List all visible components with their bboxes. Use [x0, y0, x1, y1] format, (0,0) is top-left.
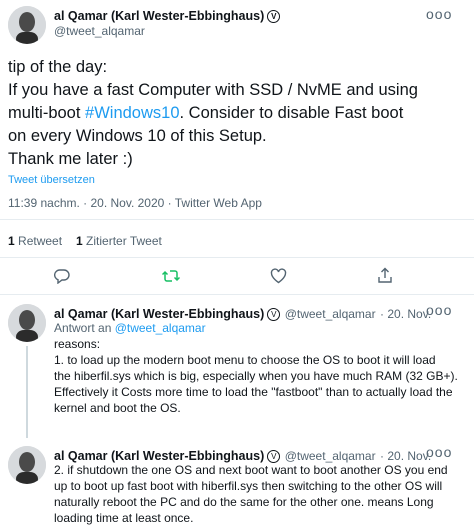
tweet-text-fragment: . Consider to disable Fast boot	[179, 104, 404, 122]
heart-icon	[270, 268, 287, 284]
retweet-label: Retweet	[18, 234, 63, 248]
reply-author-name[interactable]: al Qamar (Karl Wester-Ebbinghaus)	[54, 307, 264, 321]
tweet-text: tip of the day: If you have a fast Compu…	[8, 56, 468, 171]
tweet-text-line: multi-boot #Windows10. Consider to disab…	[8, 102, 468, 125]
tweet-text-line: tip of the day:	[8, 58, 108, 76]
reply-author-name[interactable]: al Qamar (Karl Wester-Ebbinghaus)	[54, 449, 264, 463]
reply-text-line: naturally reboot the PC and do the same …	[54, 495, 434, 509]
reply-text-line: up to boot up fast boot with hiberfil.sy…	[54, 479, 443, 493]
reply-date[interactable]: · 20. Nov.	[380, 307, 431, 321]
author-name[interactable]: al Qamar (Karl Wester-Ebbinghaus) V	[54, 9, 281, 23]
like-button[interactable]	[270, 268, 287, 289]
replying-to-handle[interactable]: @tweet_alqamar	[115, 321, 206, 335]
verified-icon: V	[267, 308, 281, 321]
retweet-button[interactable]	[161, 268, 181, 289]
avatar-image	[8, 304, 46, 342]
reply-avatar[interactable]	[8, 304, 46, 342]
reply-text-line: reasons:	[54, 337, 101, 351]
reply-text-line: 2. if shutdown the one OS and next boot …	[54, 463, 448, 477]
tweet-text-line: Thank me later :)	[8, 150, 133, 168]
reply-text-line: loading time at least once.	[54, 511, 194, 525]
divider	[0, 219, 474, 220]
retweet-count: 1	[8, 234, 15, 248]
avatar[interactable]	[8, 6, 46, 44]
reply-text-line: the hiberfil.sys which is big, especiall…	[54, 369, 458, 383]
reply-handle[interactable]: @tweet_alqamar	[285, 449, 376, 463]
verified-icon: V	[267, 10, 281, 23]
replying-to: Antwort an @tweet_alqamar	[54, 320, 206, 336]
reply-handle[interactable]: @tweet_alqamar	[285, 307, 376, 321]
quote-label: Zitierter Tweet	[86, 234, 162, 248]
reply-text: 2. if shutdown the one OS and next boot …	[54, 462, 470, 526]
tweet-timestamp[interactable]: 11:39 nachm. · 20. Nov. 2020 · Twitter W…	[8, 196, 262, 210]
share-button[interactable]	[377, 267, 393, 289]
hashtag-link[interactable]: #Windows10	[85, 104, 179, 122]
share-icon	[378, 267, 392, 283]
divider	[0, 257, 474, 258]
retweet-stat[interactable]: 1 Retweet	[8, 234, 62, 248]
reply-text-line: 1. to load up the modern boot menu to ch…	[54, 353, 436, 367]
tweet-text-fragment: multi-boot	[8, 104, 86, 122]
tweet-text-line: If you have a fast Computer with SSD / N…	[8, 81, 418, 99]
more-options-icon[interactable]: ooo	[426, 6, 452, 22]
replying-to-label: Antwort an	[54, 321, 115, 335]
more-options-icon[interactable]: ooo	[426, 302, 452, 318]
quote-count: 1	[76, 234, 83, 248]
author-name-text: al Qamar (Karl Wester-Ebbinghaus)	[54, 9, 265, 23]
thread-line	[26, 346, 28, 438]
quote-stat[interactable]: 1 Zitierter Tweet	[76, 234, 162, 248]
reply-date[interactable]: · 20. Nov.	[380, 449, 431, 463]
reply-button[interactable]	[54, 268, 70, 289]
tweet-text-line: on every Windows 10 of this Setup.	[8, 127, 267, 145]
more-options-icon[interactable]: ooo	[426, 444, 452, 460]
avatar-image	[8, 446, 46, 484]
divider	[0, 294, 474, 295]
avatar-image	[8, 6, 46, 44]
reply-text-line: kernel and boot the OS.	[54, 401, 181, 415]
reply-icon	[54, 269, 70, 285]
reply-text-line: Effectively it Costs more time to load t…	[54, 385, 453, 399]
author-handle[interactable]: @tweet_alqamar	[54, 24, 145, 38]
reply-text: reasons: 1. to load up the modern boot m…	[54, 336, 470, 416]
reply-avatar[interactable]	[8, 446, 46, 484]
retweet-icon	[161, 270, 181, 282]
translate-tweet-link[interactable]: Tweet übersetzen	[8, 174, 95, 186]
